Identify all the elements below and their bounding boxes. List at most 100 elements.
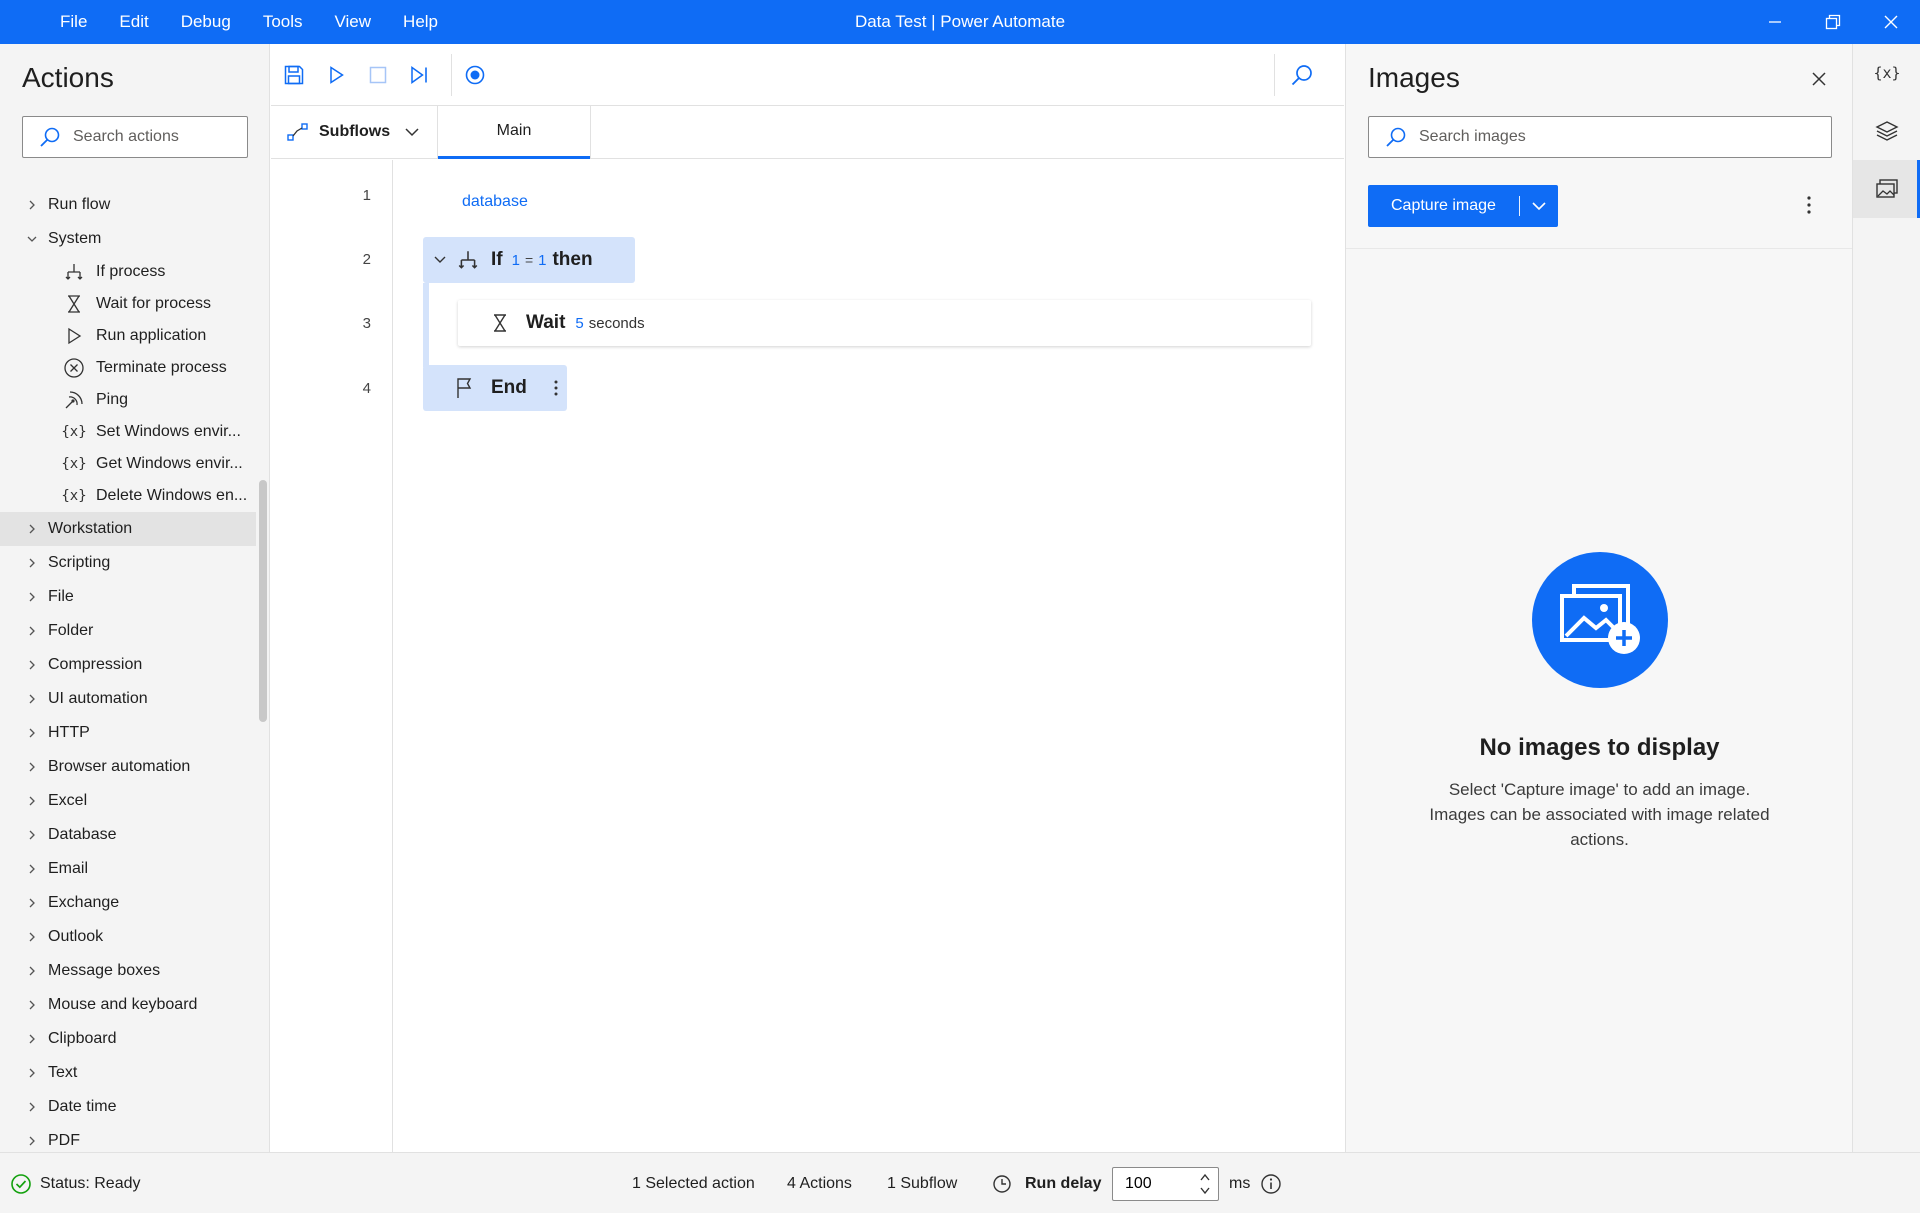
tree-group-run-flow[interactable]: Run flow xyxy=(0,188,256,222)
chevron-right-icon xyxy=(29,200,35,210)
menu-file[interactable]: File xyxy=(44,12,103,32)
chevron-right-icon xyxy=(29,762,35,772)
tree-group-pdf[interactable]: PDF xyxy=(0,1124,256,1152)
menu-tools[interactable]: Tools xyxy=(247,12,319,32)
tree-group-date-time[interactable]: Date time xyxy=(0,1090,256,1124)
action-label: Get Windows envir... xyxy=(96,455,243,472)
action-wait-for-process[interactable]: Wait for process xyxy=(0,288,256,320)
action-delete-windows-env[interactable]: {x} Delete Windows en... xyxy=(0,480,256,512)
wait-unit: seconds xyxy=(588,314,645,332)
tree-group-scripting[interactable]: Scripting xyxy=(0,546,256,580)
tree-group-folder[interactable]: Folder xyxy=(0,614,256,648)
play-icon xyxy=(62,324,86,348)
run-next-action-button[interactable] xyxy=(406,61,434,89)
menu-view[interactable]: View xyxy=(319,12,388,32)
menu-help[interactable]: Help xyxy=(387,12,454,32)
stop-button[interactable] xyxy=(364,61,392,89)
capture-image-label: Capture image xyxy=(1391,197,1496,214)
tree-group-email[interactable]: Email xyxy=(0,852,256,886)
action-set-windows-env[interactable]: {x} Set Windows envir... xyxy=(0,416,256,448)
end-action-block[interactable]: End xyxy=(423,365,567,411)
flow-canvas[interactable]: 1 2 3 4 database If 1 = 1 then Wait 5 se… xyxy=(271,160,1344,1152)
tree-group-label: Scripting xyxy=(48,554,111,571)
action-ping[interactable]: Ping xyxy=(0,384,256,416)
tree-group-file[interactable]: File xyxy=(0,580,256,614)
toolbar-divider xyxy=(1274,54,1275,96)
tree-group-ui-automation[interactable]: UI automation xyxy=(0,682,256,716)
run-button[interactable] xyxy=(322,61,350,89)
info-button[interactable] xyxy=(1260,1153,1282,1213)
chevron-right-icon xyxy=(29,1034,35,1044)
tree-group-exchange[interactable]: Exchange xyxy=(0,886,256,920)
chevron-right-icon xyxy=(29,694,35,704)
subflows-label: Subflows xyxy=(319,123,391,140)
flow-label-database[interactable]: database xyxy=(462,193,528,211)
empty-state-description: Select 'Capture image' to add an image. … xyxy=(1429,780,1770,849)
close-images-panel-button[interactable] xyxy=(1806,66,1832,92)
action-if-process[interactable]: If process xyxy=(0,256,256,288)
line-number-gutter: 1 2 3 4 xyxy=(271,160,393,1152)
action-get-windows-env[interactable]: {x} Get Windows envir... xyxy=(0,448,256,480)
images-pane-button[interactable] xyxy=(1853,160,1920,218)
tree-group-mouse-and-keyboard[interactable]: Mouse and keyboard xyxy=(0,988,256,1022)
tree-group-message-boxes[interactable]: Message boxes xyxy=(0,954,256,988)
record-button[interactable] xyxy=(461,61,489,89)
tree-group-compression[interactable]: Compression xyxy=(0,648,256,682)
tree-group-text[interactable]: Text xyxy=(0,1056,256,1090)
more-vertical-icon[interactable] xyxy=(553,378,559,398)
find-button[interactable] xyxy=(1288,61,1316,89)
tree-group-database[interactable]: Database xyxy=(0,818,256,852)
search-images-input[interactable] xyxy=(1419,128,1831,146)
if-keyword: If xyxy=(491,249,503,270)
tree-group-excel[interactable]: Excel xyxy=(0,784,256,818)
variable-icon: {x} xyxy=(61,456,87,472)
actions-scrollbar-thumb[interactable] xyxy=(259,480,267,722)
tree-group-label: Clipboard xyxy=(48,1030,117,1047)
actions-tree: Run flow System If process Wait for proc… xyxy=(0,188,256,1152)
subflow-icon xyxy=(287,123,308,141)
chevron-right-icon xyxy=(29,898,35,908)
if-right-operand: 1 xyxy=(538,251,547,269)
variables-pane-button[interactable]: {x} xyxy=(1853,44,1920,102)
chevron-down-icon[interactable] xyxy=(1530,197,1548,215)
collapse-chevron-icon[interactable] xyxy=(433,253,447,267)
add-image-icon xyxy=(1532,552,1668,688)
search-actions-input[interactable] xyxy=(73,128,247,146)
action-run-application[interactable]: Run application xyxy=(0,320,256,352)
search-actions-box[interactable] xyxy=(22,116,248,158)
chevron-right-icon xyxy=(29,592,35,602)
if-action-block[interactable]: If 1 = 1 then xyxy=(423,237,635,283)
minimize-icon xyxy=(1769,21,1781,23)
flag-icon xyxy=(457,378,472,398)
run-delay-input[interactable] xyxy=(1125,1168,1195,1200)
save-button[interactable] xyxy=(280,61,308,89)
tree-group-clipboard[interactable]: Clipboard xyxy=(0,1022,256,1056)
tree-group-outlook[interactable]: Outlook xyxy=(0,920,256,954)
action-terminate-process[interactable]: Terminate process xyxy=(0,352,256,384)
menu-edit[interactable]: Edit xyxy=(103,12,164,32)
search-images-box[interactable] xyxy=(1368,116,1832,158)
tree-group-browser-automation[interactable]: Browser automation xyxy=(0,750,256,784)
record-icon xyxy=(465,65,485,85)
chevron-right-icon xyxy=(29,830,35,840)
tree-group-system[interactable]: System xyxy=(0,222,256,256)
subflows-dropdown[interactable]: Subflows xyxy=(287,106,420,158)
close-window-button[interactable] xyxy=(1862,0,1920,44)
stop-icon xyxy=(369,66,387,84)
spinner-arrows-icon[interactable] xyxy=(1198,1170,1212,1198)
wait-action-block[interactable]: Wait 5 seconds xyxy=(458,300,1311,346)
tree-group-http[interactable]: HTTP xyxy=(0,716,256,750)
minimize-button[interactable] xyxy=(1746,0,1804,44)
ui-elements-pane-button[interactable] xyxy=(1853,102,1920,160)
menu-debug[interactable]: Debug xyxy=(165,12,247,32)
capture-image-button[interactable]: Capture image xyxy=(1368,185,1558,227)
restore-button[interactable] xyxy=(1804,0,1862,44)
if-icon xyxy=(458,251,478,269)
tree-group-workstation[interactable]: Workstation xyxy=(0,512,256,546)
run-delay-field[interactable] xyxy=(1112,1167,1219,1201)
tab-main[interactable]: Main xyxy=(438,106,590,159)
more-vertical-icon[interactable] xyxy=(1806,194,1812,216)
variable-icon: {x} xyxy=(61,424,87,440)
tree-group-label: Outlook xyxy=(48,928,104,945)
action-label: Run application xyxy=(96,327,207,344)
